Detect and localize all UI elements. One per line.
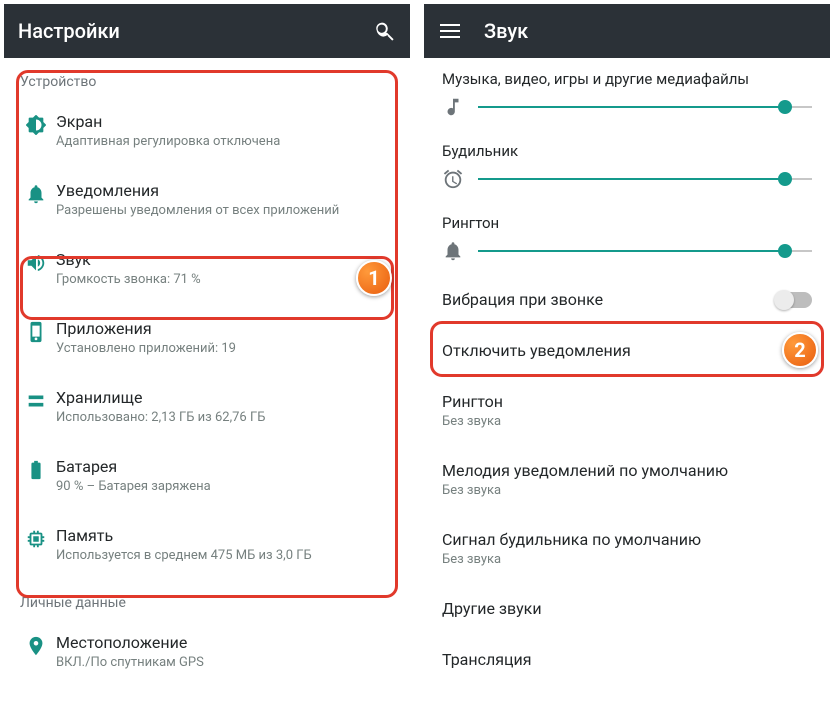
- settings-item-sound[interactable]: Звук Громкость звонка: 71 %: [4, 234, 410, 303]
- item-title: Мелодия уведомлений по умолчанию: [442, 461, 812, 480]
- item-subtitle: Установлено приложений: 19: [56, 341, 394, 356]
- media-slider[interactable]: [478, 106, 812, 108]
- item-title: Другие звуки: [442, 599, 812, 618]
- memory-icon: [16, 526, 56, 550]
- item-title: Память: [56, 526, 394, 545]
- item-title: Вибрация при звонке: [442, 290, 603, 309]
- ring-slider[interactable]: [478, 250, 812, 252]
- item-subtitle: Используется в среднем 475 МБ из 3,0 ГБ: [56, 548, 394, 563]
- item-subtitle: Без звука: [442, 483, 812, 498]
- settings-item-memory[interactable]: Память Используется в среднем 475 МБ из …: [4, 510, 410, 579]
- settings-item-apps[interactable]: Приложения Установлено приложений: 19: [4, 303, 410, 372]
- alarm-icon: [442, 168, 464, 190]
- appbar-title: Настройки: [18, 19, 120, 43]
- item-subtitle: Без звука: [442, 414, 812, 429]
- slider-label: Будильник: [442, 142, 812, 160]
- sound-item-default-alarm[interactable]: Сигнал будильника по умолчанию Без звука: [424, 514, 830, 583]
- apps-icon: [16, 319, 56, 343]
- slider-media: Музыка, видео, игры и другие медиафайлы: [424, 58, 830, 130]
- sound-item-cast[interactable]: Трансляция: [424, 634, 830, 685]
- sound-pane: Звук Музыка, видео, игры и другие медиаф…: [424, 4, 830, 706]
- sound-item-ringtone[interactable]: Рингтон Без звука: [424, 376, 830, 445]
- section-device-header: Устройство: [4, 58, 410, 96]
- item-subtitle: 90 % – Батарея заряжена: [56, 479, 394, 494]
- bell-icon: [442, 240, 464, 262]
- item-subtitle: Громкость звонка: 71 %: [56, 272, 394, 287]
- item-subtitle: ВКЛ./По спутникам GPS: [56, 655, 394, 670]
- bell-icon: [16, 181, 56, 205]
- item-subtitle: Адаптивная регулировка отключена: [56, 134, 394, 149]
- item-title: Местоположение: [56, 633, 394, 652]
- search-icon[interactable]: [372, 19, 396, 43]
- item-title: Звук: [56, 250, 394, 269]
- location-icon: [16, 633, 56, 657]
- appbar-title: Звук: [484, 19, 528, 43]
- item-title: Экран: [56, 112, 394, 131]
- sound-item-mute-notifications[interactable]: Отключить уведомления: [424, 325, 830, 376]
- settings-item-display[interactable]: Экран Адаптивная регулировка отключена: [4, 96, 410, 165]
- item-title: Приложения: [56, 319, 394, 338]
- appbar-sound: Звук: [424, 4, 830, 58]
- settings-item-storage[interactable]: Хранилище Использовано: 2,13 ГБ из 62,76…: [4, 372, 410, 441]
- sound-item-default-notification[interactable]: Мелодия уведомлений по умолчанию Без зву…: [424, 445, 830, 514]
- section-personal-header: Личные данные: [4, 579, 410, 617]
- slider-label: Рингтон: [442, 214, 812, 232]
- volume-icon: [16, 250, 56, 274]
- slider-ring: Рингтон: [424, 202, 830, 274]
- appbar-settings: Настройки: [4, 4, 410, 58]
- item-title: Отключить уведомления: [442, 341, 812, 360]
- sound-item-vibrate[interactable]: Вибрация при звонке: [424, 274, 830, 325]
- display-icon: [16, 112, 56, 136]
- item-title: Сигнал будильника по умолчанию: [442, 530, 812, 549]
- settings-item-location[interactable]: Местоположение ВКЛ./По спутникам GPS: [4, 617, 410, 686]
- sound-item-other-sounds[interactable]: Другие звуки: [424, 583, 830, 634]
- item-subtitle: Использовано: 2,13 ГБ из 62,76 ГБ: [56, 410, 394, 425]
- item-subtitle: Разрешены уведомления от всех приложений: [56, 203, 394, 218]
- settings-item-battery[interactable]: Батарея 90 % – Батарея заряжена: [4, 441, 410, 510]
- slider-label: Музыка, видео, игры и другие медиафайлы: [442, 70, 812, 88]
- settings-pane: Настройки Устройство Экран Адаптивная ре…: [4, 4, 410, 706]
- item-subtitle: Без звука: [442, 552, 812, 567]
- battery-icon: [16, 457, 56, 481]
- settings-item-notifications[interactable]: Уведомления Разрешены уведомления от все…: [4, 165, 410, 234]
- storage-icon: [16, 388, 56, 412]
- alarm-slider[interactable]: [478, 178, 812, 180]
- vibrate-switch[interactable]: [776, 292, 812, 308]
- item-title: Рингтон: [442, 392, 812, 411]
- item-title: Трансляция: [442, 650, 812, 669]
- menu-icon[interactable]: [438, 19, 462, 43]
- item-title: Уведомления: [56, 181, 394, 200]
- item-title: Хранилище: [56, 388, 394, 407]
- music-note-icon: [442, 96, 464, 118]
- item-title: Батарея: [56, 457, 394, 476]
- slider-alarm: Будильник: [424, 130, 830, 202]
